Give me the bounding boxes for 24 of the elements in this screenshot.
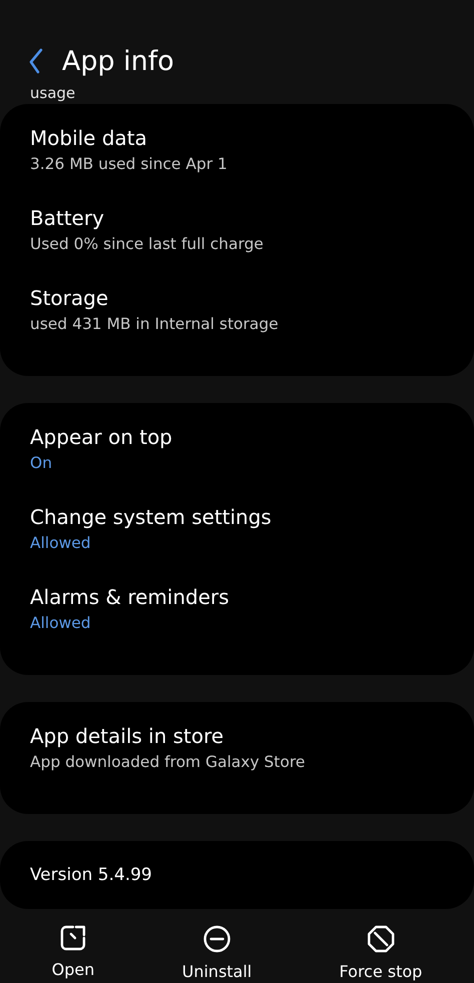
setting-title[interactable]: Version 5.4.99 (30, 861, 444, 889)
setting-status: On (30, 453, 54, 474)
setting-summary: 3.26 MB used since Apr 1 (30, 154, 228, 175)
section-label: usage (29, 84, 76, 102)
setting-title[interactable]: Change system settings (30, 503, 444, 531)
setting-status: Allowed (30, 533, 92, 554)
setting-title[interactable]: Appear on top (30, 423, 444, 451)
action-button[interactable]: Uninstall (172, 924, 262, 981)
setting-title[interactable]: Battery (30, 204, 444, 232)
page-title: App info (62, 46, 174, 76)
stop-icon (366, 924, 396, 954)
setting-summary: used 431 MB in Internal storage (30, 314, 280, 335)
setting-title[interactable]: Mobile data (30, 124, 444, 152)
setting-summary: Used 0% since last full charge (30, 234, 264, 255)
setting-status: Allowed (30, 613, 92, 634)
open-icon (59, 924, 88, 952)
back-button[interactable] (28, 48, 44, 74)
minus-circle-icon (202, 924, 232, 954)
setting-title[interactable]: Storage (30, 284, 444, 312)
setting-title[interactable]: Alarms & reminders (30, 583, 444, 611)
setting-title[interactable]: App details in store (30, 722, 444, 750)
setting-summary: App downloaded from Galaxy Store (30, 752, 306, 773)
action-button[interactable]: Force stop (329, 924, 432, 981)
action-button[interactable]: Open (42, 924, 104, 981)
